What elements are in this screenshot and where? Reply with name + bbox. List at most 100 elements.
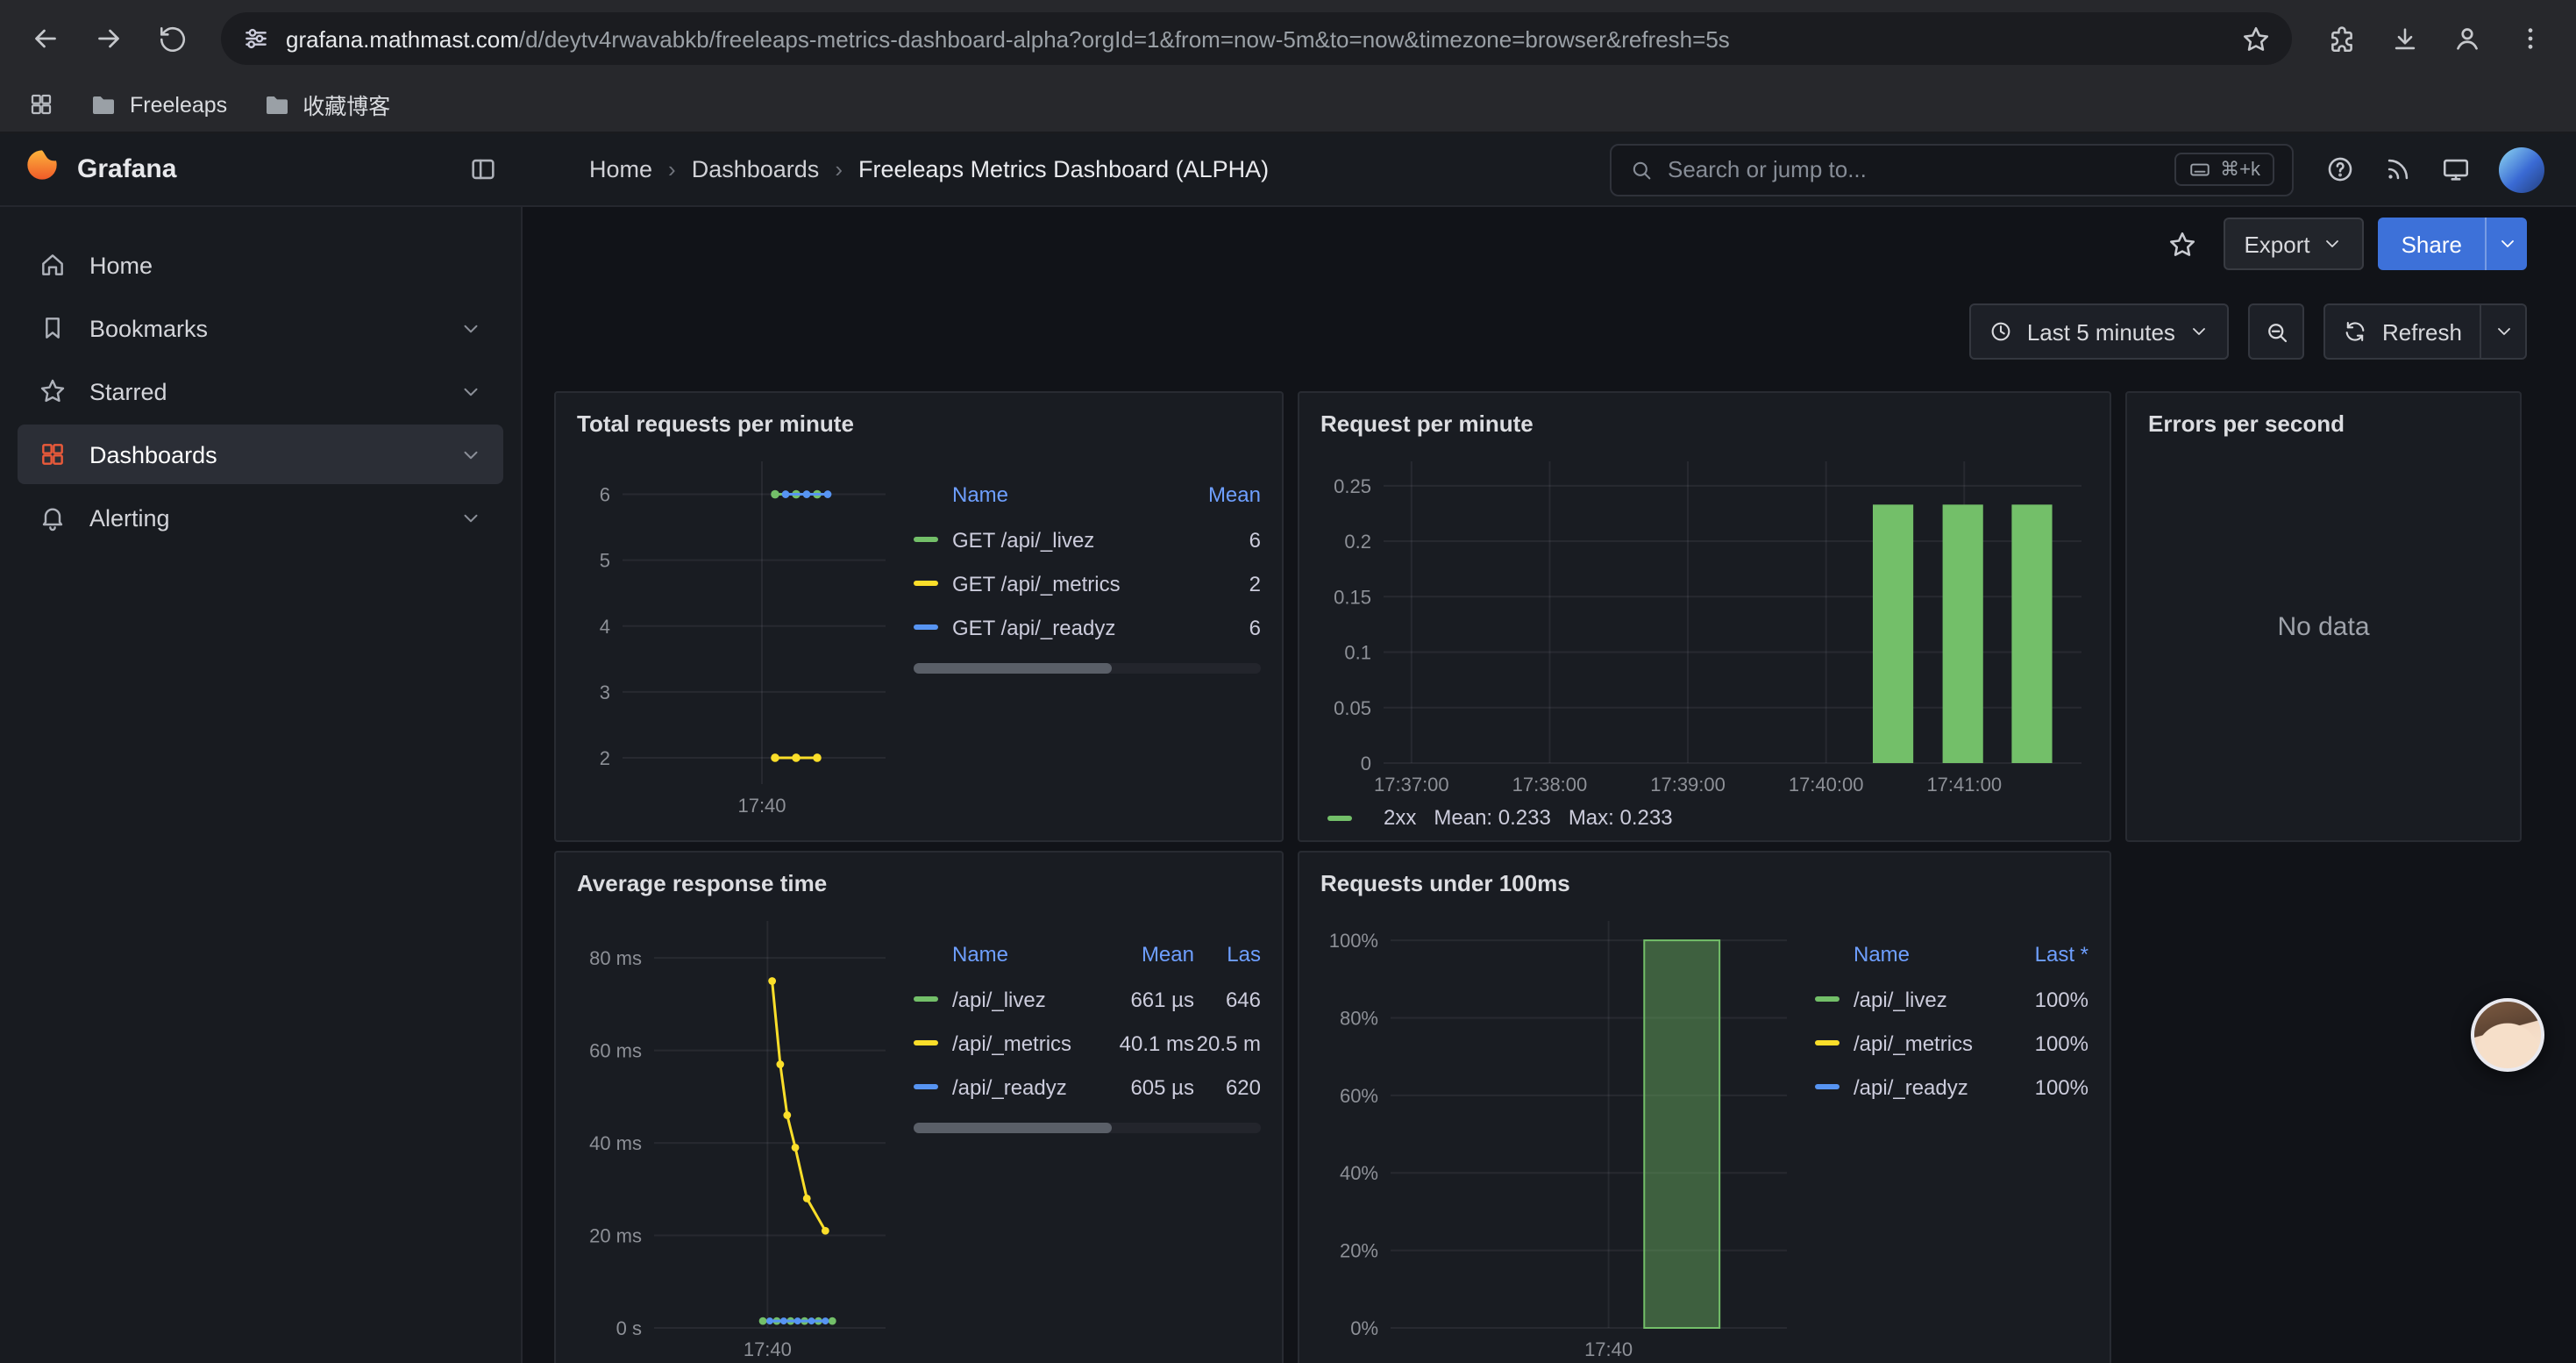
bookmark-star-icon[interactable] [2241,24,2271,54]
back-button[interactable] [18,11,74,67]
reload-button[interactable] [144,11,200,67]
legend-row: /api/_livez 100% [1815,977,2089,1021]
breadcrumb-home[interactable]: Home [589,156,652,182]
panel-title[interactable]: Errors per second [2148,407,2499,447]
legend-table: Name Mean Las /api/_livez 661 µs 646 /ap… [914,942,1261,1363]
series-swatch-green [914,537,938,542]
legend-series-name[interactable]: 2xx [1384,805,1416,830]
legend-row: /api/_livez 661 µs 646 [914,977,1261,1021]
chevron-down-icon[interactable] [459,317,482,339]
assistant-avatar-widget[interactable] [2471,998,2544,1072]
requests-under-100ms-chart[interactable]: 0%20%40%60%80%100%17:40 [1320,907,1797,1363]
profile-icon[interactable] [2439,11,2495,67]
legend-header-mean[interactable]: Mean [1096,942,1194,967]
search-input[interactable]: Search or jump to... ⌘+k [1610,143,2294,196]
forward-button[interactable] [81,11,137,67]
legend-header-name[interactable]: Name [1815,942,1997,967]
legend-horizontal-scrollbar[interactable] [914,663,1261,674]
search-placeholder: Search or jump to... [1668,156,1867,182]
url-text: grafana.mathmast.com/d/deytv4rwavabkb/fr… [286,25,2225,52]
share-menu-caret[interactable] [2485,218,2527,270]
series-swatch-yellow [914,1040,938,1045]
svg-text:17:40:00: 17:40:00 [1789,774,1864,796]
svg-text:40%: 40% [1340,1162,1378,1184]
extensions-icon[interactable] [2313,11,2369,67]
zoom-out-button[interactable] [2249,303,2305,360]
apps-grid-icon[interactable] [28,91,54,118]
chevron-down-icon[interactable] [459,443,482,466]
refresh-button[interactable]: Refresh [2324,303,2481,360]
time-range-picker[interactable]: Last 5 minutes [1969,303,2230,360]
legend-table: Name Last * /api/_livez 100% /api/_metri… [1815,942,2089,1363]
panel-errors-per-second: Errors per second No data [2125,391,2522,842]
legend-horizontal-scrollbar[interactable] [914,1123,1261,1133]
user-avatar[interactable] [2499,146,2544,192]
grafana-brand-area: Grafana [0,147,523,191]
clock-icon [1989,319,2013,344]
legend-header-last[interactable]: Las [1194,942,1261,967]
help-icon[interactable] [2325,154,2355,184]
sidebar-item-home[interactable]: Home [18,235,503,295]
svg-text:0.15: 0.15 [1334,586,1371,608]
sidebar-item-alerting[interactable]: Alerting [18,488,503,547]
panel-title[interactable]: Requests under 100ms [1320,867,2089,907]
legend-row: GET /api/_metrics 2 [914,561,1261,605]
bookmark-folder-freeleaps[interactable]: Freeleaps [89,90,227,118]
legend-header-name[interactable]: Name [914,942,1096,967]
legend-inline: 2xx Mean: 0.233 Max: 0.233 [1320,805,2089,830]
panel-title[interactable]: Total requests per minute [577,407,1261,447]
sidebar-item-dashboards[interactable]: Dashboards [18,425,503,484]
breadcrumb: Home › Dashboards › Freeleaps Metrics Da… [589,156,1269,182]
downloads-icon[interactable] [2376,11,2432,67]
mega-menu-toggle-icon[interactable] [468,154,498,184]
share-button[interactable]: Share [2379,218,2527,270]
browser-menu-icon[interactable] [2502,11,2558,67]
series-swatch-green [914,996,938,1002]
svg-text:17:41:00: 17:41:00 [1926,774,2002,796]
request-per-minute-chart[interactable]: 00.050.10.150.20.2517:37:0017:38:0017:39… [1320,447,2092,798]
legend-row: GET /api/_livez 6 [914,517,1261,561]
svg-text:20%: 20% [1340,1240,1378,1262]
browser-actions [2313,11,2558,67]
panel-title[interactable]: Request per minute [1320,407,2089,447]
news-icon[interactable] [2383,154,2413,184]
series-swatch-yellow [914,581,938,586]
url-bar[interactable]: grafana.mathmast.com/d/deytv4rwavabkb/fr… [221,12,2292,65]
sidebar-item-starred[interactable]: Starred [18,361,503,421]
grafana-logo[interactable] [25,147,60,191]
svg-text:17:38:00: 17:38:00 [1512,774,1588,796]
series-swatch-yellow [1815,1040,1839,1045]
svg-text:4: 4 [600,616,610,638]
svg-text:17:39:00: 17:39:00 [1650,774,1726,796]
export-button[interactable]: Export [2223,218,2364,270]
keyboard-icon [2188,158,2211,181]
site-settings-icon[interactable] [242,25,270,53]
legend-header-mean[interactable]: Mean [1180,482,1261,507]
monitor-icon[interactable] [2441,154,2471,184]
favorite-star-button[interactable] [2156,218,2209,270]
legend-header-last[interactable]: Last * [1997,942,2089,967]
svg-text:0 s: 0 s [616,1317,642,1339]
star-icon [39,377,67,405]
chevron-down-icon[interactable] [459,380,482,403]
refresh-interval-caret[interactable] [2481,303,2527,360]
series-swatch-blue [914,624,938,630]
bookmark-folder-blog[interactable]: 收藏博客 [262,88,390,121]
average-response-time-chart[interactable]: 0 s20 ms40 ms60 ms80 ms17:40 [577,907,896,1363]
bookmarks-bar: Freeleaps 收藏博客 [0,77,2576,133]
refresh-icon [2344,319,2368,344]
time-controls: Last 5 minutes Refresh [1969,303,2527,360]
sidebar-item-bookmarks[interactable]: Bookmarks [18,298,503,358]
folder-icon [262,90,290,118]
svg-text:0.1: 0.1 [1344,642,1371,664]
scrollbar-thumb[interactable] [914,1123,1112,1133]
chevron-down-icon [2189,321,2210,342]
legend-header-name[interactable]: Name [914,482,1180,507]
panel-title[interactable]: Average response time [577,867,1261,907]
chevron-down-icon[interactable] [459,506,482,529]
panel-average-response-time: Average response time 0 s20 ms40 ms60 ms… [554,851,1284,1363]
svg-text:5: 5 [600,550,610,572]
breadcrumb-dashboards[interactable]: Dashboards [692,156,820,182]
total-requests-chart[interactable]: 2345617:40 [577,447,896,819]
scrollbar-thumb[interactable] [914,663,1112,674]
